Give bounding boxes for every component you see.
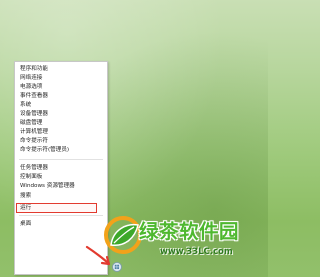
- menu-item-command-prompt-admin[interactable]: 命令提示符(管理员): [20, 146, 69, 154]
- menu-item-windows-explorer[interactable]: Windows 资源管理器: [20, 182, 75, 190]
- menu-item-disk-management[interactable]: 磁盘管理: [20, 119, 42, 127]
- menu-separator: [19, 215, 103, 216]
- menu-item-device-manager[interactable]: 设备管理器: [20, 110, 48, 118]
- menu-item-control-panel[interactable]: 控制面板: [20, 173, 42, 181]
- menu-item-network-connections[interactable]: 网络连接: [20, 74, 42, 82]
- menu-item-computer-management[interactable]: 计算机管理: [20, 128, 48, 136]
- watermark-url: www.33LC.com: [160, 247, 233, 257]
- menu-item-power-options[interactable]: 电源选项: [20, 83, 42, 91]
- menu-item-desktop[interactable]: 桌面: [20, 220, 31, 228]
- watermark: 绿茶软件园 www.33LC.com: [102, 206, 268, 272]
- menu-item-system[interactable]: 系统: [20, 101, 31, 109]
- menu-item-programs-and-features[interactable]: 程序和功能: [20, 65, 48, 73]
- menu-item-run[interactable]: 运行: [16, 203, 97, 213]
- menu-item-event-viewer[interactable]: 事件查看器: [20, 92, 48, 100]
- watermark-title: 绿茶软件园: [139, 220, 240, 243]
- menu-separator: [19, 159, 103, 160]
- menu-item-task-manager[interactable]: 任务管理器: [20, 164, 48, 172]
- tea-leaf-logo-icon: [104, 216, 142, 254]
- menu-item-search[interactable]: 搜索: [20, 192, 31, 200]
- menu-item-command-prompt[interactable]: 命令提示符: [20, 137, 48, 145]
